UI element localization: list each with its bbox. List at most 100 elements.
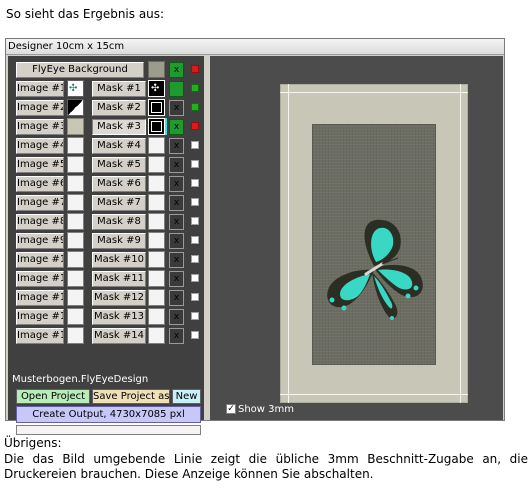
remove-layer-button[interactable]: x [169, 100, 184, 116]
layer-visibility-checkbox[interactable] [191, 274, 199, 282]
mask-swatch[interactable] [148, 175, 165, 192]
image-button[interactable]: Image #8 [16, 214, 64, 230]
image-swatch[interactable] [67, 232, 84, 249]
image-swatch[interactable]: ✣ [67, 80, 84, 97]
remove-layer-button[interactable]: x [169, 119, 184, 135]
layer-visibility-checkbox[interactable] [191, 331, 199, 339]
image-swatch[interactable] [67, 137, 84, 154]
layer-visibility-checkbox[interactable] [191, 293, 199, 301]
image-swatch[interactable] [67, 327, 84, 344]
remove-layer-button[interactable]: x [169, 290, 184, 306]
mask-swatch[interactable] [148, 327, 165, 344]
create-output-button[interactable]: Create Output, 4730x7085 pxl [16, 406, 201, 423]
mask-swatch[interactable] [148, 289, 165, 306]
show-3mm-option: ✓ Show 3mm [226, 404, 294, 415]
image-swatch[interactable] [67, 251, 84, 268]
image-swatch[interactable] [67, 118, 84, 135]
mask-swatch[interactable]: ✣ [148, 80, 165, 97]
image-swatch[interactable] [67, 156, 84, 173]
image-button[interactable]: Image #2 [16, 100, 64, 116]
remove-layer-button[interactable]: x [169, 195, 184, 211]
butterfly-image[interactable] [318, 214, 430, 326]
mask-button[interactable]: Mask #1 [92, 81, 146, 97]
mask-button[interactable]: Mask #9 [92, 233, 146, 249]
image-swatch[interactable] [67, 270, 84, 287]
image-swatch[interactable] [67, 213, 84, 230]
image-button[interactable]: Image #9 [16, 233, 64, 249]
bleed-line-bottom [280, 394, 468, 395]
background-status-indicator[interactable] [191, 65, 199, 73]
layer-visibility-checkbox[interactable] [191, 179, 199, 187]
layer-visibility-checkbox[interactable] [191, 198, 199, 206]
outro-text: Die das Bild umgebende Linie zeigt die ü… [4, 452, 528, 481]
layer-visibility-checkbox[interactable] [191, 103, 199, 111]
image-button[interactable]: Image #14 [16, 328, 64, 344]
mask-button[interactable]: Mask #12 [92, 290, 146, 306]
designer-window: Designer 10cm x 15cm FlyEye Background x… [5, 38, 505, 435]
mask-swatch[interactable] [148, 156, 165, 173]
remove-layer-button[interactable]: x [169, 233, 184, 249]
layer-visibility-checkbox[interactable] [191, 217, 199, 225]
show-3mm-checkbox[interactable]: ✓ [226, 404, 236, 414]
mask-button[interactable]: Mask #4 [92, 138, 146, 154]
remove-layer-button[interactable]: x [169, 176, 184, 192]
layer-visibility-checkbox[interactable] [191, 160, 199, 168]
image-button[interactable]: Image #6 [16, 176, 64, 192]
mask-swatch[interactable] [148, 118, 165, 135]
image-button[interactable]: Image #7 [16, 195, 64, 211]
image-swatch[interactable] [67, 289, 84, 306]
mask-button[interactable]: Mask #7 [92, 195, 146, 211]
open-project-button[interactable]: Open Project [16, 389, 90, 404]
background-remove-button[interactable]: x [169, 62, 184, 78]
mask-swatch[interactable] [148, 194, 165, 211]
mask-swatch[interactable] [148, 232, 165, 249]
save-project-button[interactable]: Save Project as ... [92, 389, 170, 404]
mask-button[interactable]: Mask #8 [92, 214, 146, 230]
remove-layer-button[interactable]: x [169, 328, 184, 344]
remove-layer-button[interactable] [169, 81, 184, 97]
mask-button[interactable]: Mask #5 [92, 157, 146, 173]
image-swatch[interactable] [67, 194, 84, 211]
image-swatch[interactable] [67, 99, 84, 116]
remove-layer-button[interactable]: x [169, 157, 184, 173]
image-button[interactable]: Image #10 [16, 252, 64, 268]
mask-swatch[interactable] [148, 213, 165, 230]
image-swatch[interactable] [67, 308, 84, 325]
mask-swatch[interactable] [148, 99, 165, 116]
mask-swatch[interactable] [148, 251, 165, 268]
image-button[interactable]: Image #11 [16, 271, 64, 287]
selection-marker [165, 118, 167, 135]
new-project-button[interactable]: New [172, 389, 201, 404]
remove-layer-button[interactable]: x [169, 214, 184, 230]
layer-visibility-checkbox[interactable] [191, 84, 199, 92]
mask-button[interactable]: Mask #2 [92, 100, 146, 116]
image-button[interactable]: Image #1 [16, 81, 64, 97]
mask-swatch[interactable] [148, 270, 165, 287]
image-button[interactable]: Image #3 [16, 119, 64, 135]
layer-visibility-checkbox[interactable] [191, 255, 199, 263]
layer-visibility-checkbox[interactable] [191, 122, 199, 130]
mask-swatch[interactable] [148, 308, 165, 325]
layer-visibility-checkbox[interactable] [191, 312, 199, 320]
mask-button[interactable]: Mask #11 [92, 271, 146, 287]
mask-swatch[interactable] [148, 137, 165, 154]
layer-visibility-checkbox[interactable] [191, 236, 199, 244]
mask-button[interactable]: Mask #14 [92, 328, 146, 344]
remove-layer-button[interactable]: x [169, 138, 184, 154]
remove-layer-button[interactable]: x [169, 252, 184, 268]
mask-button[interactable]: Mask #13 [92, 309, 146, 325]
image-button[interactable]: Image #13 [16, 309, 64, 325]
mask-button[interactable]: Mask #3 [92, 119, 146, 135]
project-filename: Musterbogen.FlyEyeDesign [12, 374, 149, 385]
image-button[interactable]: Image #5 [16, 157, 64, 173]
mask-button[interactable]: Mask #6 [92, 176, 146, 192]
image-button[interactable]: Image #4 [16, 138, 64, 154]
remove-layer-button[interactable]: x [169, 271, 184, 287]
mask-button[interactable]: Mask #10 [92, 252, 146, 268]
image-swatch[interactable] [67, 175, 84, 192]
layer-visibility-checkbox[interactable] [191, 141, 199, 149]
image-button[interactable]: Image #12 [16, 290, 64, 306]
remove-layer-button[interactable]: x [169, 309, 184, 325]
background-button[interactable]: FlyEye Background [16, 62, 144, 78]
background-swatch[interactable] [148, 61, 165, 78]
